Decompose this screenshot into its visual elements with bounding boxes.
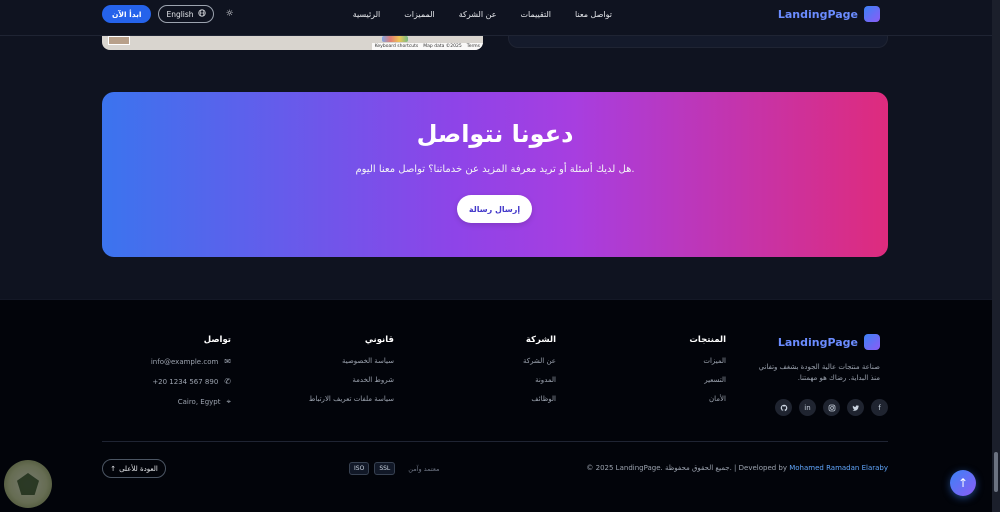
nav-testimonials[interactable]: التقييمات bbox=[520, 10, 551, 19]
map-thumbnail[interactable] bbox=[108, 36, 130, 45]
link-cookies[interactable]: سياسة ملفات تعريف الارتباط bbox=[309, 395, 394, 403]
twitter-icon[interactable] bbox=[847, 399, 864, 416]
social-links: f in bbox=[775, 399, 888, 416]
badge-ssl: SSL bbox=[374, 462, 396, 475]
mail-icon: ✉ bbox=[224, 357, 231, 366]
watermark-logo bbox=[4, 460, 52, 508]
header-actions: ابدأ الآن English ☼ bbox=[102, 5, 239, 23]
developer-link[interactable]: Mohamed Ramadan Elaraby bbox=[789, 464, 888, 472]
language-button[interactable]: English bbox=[158, 5, 214, 23]
globe-icon bbox=[197, 9, 206, 19]
footer-brand-name: LandingPage bbox=[777, 335, 858, 349]
link-blog[interactable]: المدونة bbox=[523, 376, 556, 384]
cta-section: دعونا نتواصل هل لديك أسئلة أو تريد معرفة… bbox=[102, 92, 888, 257]
keyboard-shortcuts-link[interactable]: Keyboard shortcuts bbox=[375, 44, 419, 49]
legal-title: قانوني bbox=[364, 335, 394, 345]
scrollbar-thumb[interactable] bbox=[994, 452, 998, 492]
start-now-button[interactable]: ابدأ الآن bbox=[102, 5, 152, 23]
badge-iso: ISO bbox=[349, 462, 370, 475]
contact-email[interactable]: info@example.com ✉ bbox=[151, 357, 231, 366]
footer-description: صناعة منتجات عالية الجودة بشغف وتفاني من… bbox=[758, 363, 880, 382]
language-label: English bbox=[166, 9, 194, 19]
brand[interactable]: LandingPage bbox=[778, 6, 880, 22]
page-scrollbar[interactable] bbox=[992, 0, 1000, 512]
github-icon[interactable] bbox=[775, 399, 792, 416]
google-logo bbox=[382, 36, 408, 42]
trust-badges: ISO SSL معتمد وآمن bbox=[349, 462, 439, 475]
link-careers[interactable]: الوظائف bbox=[523, 395, 556, 403]
link-about[interactable]: عن الشركة bbox=[523, 357, 556, 365]
facebook-icon[interactable]: f bbox=[871, 399, 888, 416]
contact-phone[interactable]: +20 1234 567 890 ✆ bbox=[151, 377, 231, 386]
location-text: Cairo, Egypt bbox=[177, 398, 221, 406]
footer-brand[interactable]: LandingPage bbox=[778, 334, 880, 350]
nav-home[interactable]: الرئيسية bbox=[353, 10, 381, 19]
footer: LandingPage صناعة منتجات عالية الجودة بش… bbox=[0, 299, 992, 512]
phone-text: +20 1234 567 890 bbox=[152, 377, 219, 386]
back-to-top-button[interactable]: ↑ العودة للأعلى bbox=[102, 459, 166, 478]
footer-divider bbox=[102, 441, 888, 442]
top-navbar: LandingPage الرئيسية المميزات عن الشركة … bbox=[0, 0, 992, 36]
nav-features[interactable]: المميزات bbox=[404, 10, 435, 19]
phone-icon: ✆ bbox=[224, 377, 231, 386]
instagram-icon[interactable] bbox=[823, 399, 840, 416]
send-message-button[interactable]: إرسال رسالة bbox=[457, 195, 532, 223]
copyright-text: © 2025 LandingPage. جميع الحقوق محفوظة. … bbox=[586, 464, 790, 472]
link-privacy[interactable]: سياسة الخصوصية bbox=[309, 357, 394, 365]
email-text: info@example.com bbox=[150, 357, 219, 366]
nav-contact[interactable]: تواصل معنا bbox=[575, 10, 612, 19]
theme-toggle-button[interactable]: ☼ bbox=[221, 5, 239, 23]
nav-about[interactable]: عن الشركة bbox=[459, 10, 497, 19]
footer-col-company: الشركة عن الشركة المدونة الوظائف bbox=[523, 335, 556, 414]
arrow-up-icon: ↑ bbox=[957, 476, 969, 490]
copyright: © 2025 LandingPage. جميع الحقوق محفوظة. … bbox=[586, 464, 888, 472]
footer-col-contact: تواصل info@example.com ✉ +20 1234 567 89… bbox=[151, 335, 231, 418]
linkedin-icon[interactable]: in bbox=[799, 399, 816, 416]
cta-title: دعونا نتواصل bbox=[416, 120, 574, 148]
link-security[interactable]: الأمان bbox=[689, 395, 726, 403]
terms-link[interactable]: Terms bbox=[467, 44, 480, 49]
link-pricing[interactable]: التسعير bbox=[689, 376, 726, 384]
footer-col-legal: قانوني سياسة الخصوصية شروط الخدمة سياسة … bbox=[309, 335, 394, 414]
products-title: المنتجات bbox=[689, 335, 726, 345]
footer-logo-icon bbox=[864, 334, 880, 350]
map-data-label: Map data ©2025 bbox=[423, 44, 462, 49]
brand-name: LandingPage bbox=[777, 7, 858, 21]
contact-title: تواصل bbox=[203, 335, 231, 345]
shield-icon bbox=[17, 473, 39, 495]
map-attribution: Keyboard shortcuts Map data ©2025 Terms bbox=[371, 43, 483, 50]
sun-icon: ☼ bbox=[225, 9, 234, 19]
contact-location: Cairo, Egypt ⌖ bbox=[151, 397, 231, 407]
cta-subtitle: هل لديك أسئلة أو تريد معرفة المزيد عن خد… bbox=[355, 164, 635, 175]
map-embed[interactable]: Keyboard shortcuts Map data ©2025 Terms bbox=[102, 36, 483, 50]
arrow-up-icon: ↑ bbox=[110, 464, 117, 473]
company-title: الشركة bbox=[525, 335, 556, 345]
footer-col-products: المنتجات الميزات التسعير الأمان bbox=[689, 335, 726, 414]
link-features[interactable]: الميزات bbox=[689, 357, 726, 365]
contact-card-bottom bbox=[508, 36, 888, 48]
scroll-top-fab[interactable]: ↑ bbox=[950, 470, 976, 496]
trust-label: معتمد وآمن bbox=[408, 464, 440, 473]
link-terms[interactable]: شروط الخدمة bbox=[309, 376, 394, 384]
back-to-top-label: العودة للأعلى bbox=[119, 464, 158, 473]
brand-logo-icon bbox=[864, 6, 880, 22]
main-nav: الرئيسية المميزات عن الشركة التقييمات تو… bbox=[329, 10, 612, 19]
map-pin-icon: ⌖ bbox=[226, 397, 231, 406]
